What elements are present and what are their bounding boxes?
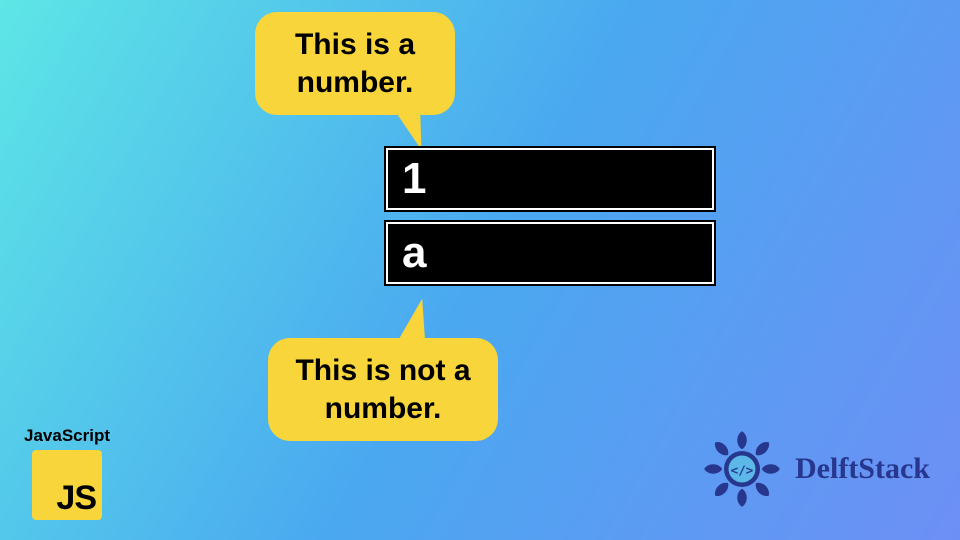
javascript-label: JavaScript <box>24 426 110 446</box>
javascript-icon: JS <box>32 450 102 520</box>
speech-bubble-bottom: This is not a number. <box>268 338 498 441</box>
javascript-badge: JavaScript JS <box>24 426 110 520</box>
field-nonnumber-value: a <box>402 228 426 278</box>
speech-bubble-bottom-text: This is not a number. <box>295 354 470 425</box>
svg-text:</>: </> <box>731 462 754 477</box>
field-number-value: 1 <box>402 154 426 204</box>
speech-bubble-top-text: This is a number. <box>295 28 415 99</box>
field-number: 1 <box>386 148 714 210</box>
javascript-glyph: JS <box>56 479 96 518</box>
brand: </> DelftStack <box>697 424 930 514</box>
field-nonnumber: a <box>386 222 714 284</box>
brand-logo-icon: </> <box>697 424 787 514</box>
brand-name: DelftStack <box>795 452 930 486</box>
speech-bubble-top: This is a number. <box>255 12 455 115</box>
